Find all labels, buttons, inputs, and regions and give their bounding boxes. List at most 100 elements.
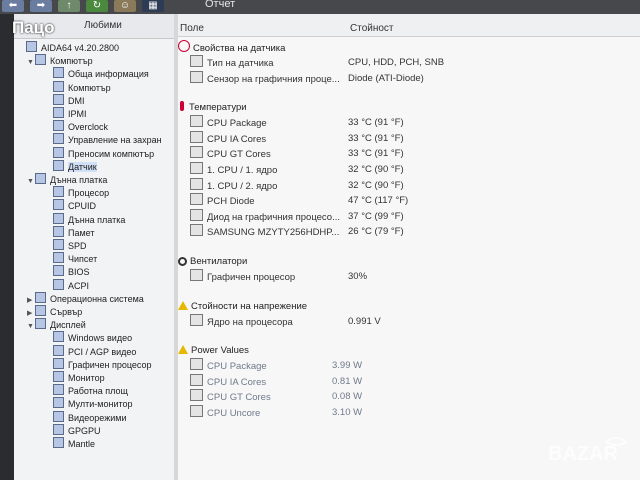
tree-item[interactable]: Управление на захран bbox=[45, 133, 162, 146]
sensor-value: 3.10 W bbox=[332, 407, 363, 418]
sensor-value: 0.81 W bbox=[332, 375, 363, 387]
report-button[interactable]: Отчет bbox=[205, 0, 235, 10]
tree-node-icon bbox=[26, 41, 37, 52]
tree-item[interactable]: Памет bbox=[45, 225, 95, 239]
tree-item[interactable]: SPD bbox=[45, 239, 87, 252]
tree-item[interactable]: ▼ Дънна платка bbox=[27, 173, 107, 186]
tree-item[interactable]: Windows видео bbox=[45, 331, 132, 344]
sensor-item-icon bbox=[190, 373, 203, 386]
sensor-field: CPU Package bbox=[207, 118, 267, 130]
section-header[interactable]: Power Values bbox=[178, 343, 249, 358]
sensor-field: CPU IA Cores bbox=[207, 133, 267, 145]
sensor-row[interactable]: CPU Uncore 3.10 W bbox=[190, 405, 630, 420]
sensor-row[interactable]: SAMSUNG MZYTY256HDHP... 26 °C (79 °F) bbox=[190, 224, 630, 239]
tree-item-label: SPD bbox=[68, 241, 87, 251]
sensor-row[interactable]: 1. CPU / 2. ядро 32 °C (90 °F) bbox=[190, 177, 630, 193]
tree-item[interactable]: Видеорежими bbox=[45, 410, 126, 424]
sensor-field: Тип на датчика bbox=[207, 58, 274, 69]
sensor-item-icon bbox=[190, 162, 203, 174]
tree-item-label: Компютър bbox=[68, 82, 111, 93]
tree-item[interactable]: Мулти-монитор bbox=[45, 397, 133, 410]
tree-item[interactable]: Чипсет bbox=[45, 252, 97, 265]
tree-item-label: GPGPU bbox=[68, 425, 101, 436]
tree-item[interactable]: AIDA64 v4.20.2800 bbox=[18, 41, 119, 54]
sensor-row[interactable]: Сензор на графичния проце... Diode (ATI-D… bbox=[190, 70, 630, 86]
tree-item[interactable]: Обща информация bbox=[45, 67, 149, 80]
chart-button[interactable]: ▦ bbox=[142, 0, 164, 12]
sensor-row[interactable]: Тип на датчика CPU, HDD, PCH, SNB bbox=[190, 55, 630, 70]
section-title: Power Values bbox=[191, 345, 249, 357]
sensor-row[interactable]: 1. CPU / 1. ядро 32 °C (90 °F) bbox=[190, 162, 630, 177]
tree-item[interactable]: DMI bbox=[45, 93, 85, 107]
sensor-item-icon bbox=[190, 389, 203, 402]
tree-node-icon bbox=[53, 186, 64, 198]
refresh-button[interactable]: ↻ bbox=[86, 0, 108, 12]
tree-node-icon bbox=[53, 239, 64, 250]
tree-node-icon bbox=[35, 54, 46, 66]
tree-item[interactable]: CPUID bbox=[45, 199, 96, 212]
tree-item[interactable]: Процесор bbox=[45, 186, 109, 199]
tree-expander-icon[interactable]: ▼ bbox=[27, 56, 35, 69]
section-header[interactable]: Стойности на напрежение bbox=[178, 299, 307, 314]
tree-item[interactable]: Дънна платка bbox=[45, 212, 126, 226]
tree-item[interactable]: GPGPU bbox=[45, 423, 101, 437]
tree-item[interactable]: BIOS bbox=[45, 265, 90, 278]
tree-item[interactable]: Монитор bbox=[45, 371, 105, 384]
forward-button[interactable]: ➡ bbox=[30, 0, 52, 12]
sensor-row[interactable]: PCH Diode 47 °C (117 °F) bbox=[190, 193, 630, 208]
sensor-row[interactable]: CPU IA Cores 33 °C (91 °F) bbox=[190, 130, 630, 146]
tree-item-label: Монитор bbox=[68, 373, 105, 383]
tree-node-icon bbox=[53, 384, 64, 396]
sensor-item-icon bbox=[190, 313, 203, 326]
sensor-row[interactable]: Диод на графичния процесо... 37 °C (99 °F… bbox=[190, 208, 630, 224]
sensor-field: 1. CPU / 2. ядро bbox=[207, 180, 278, 192]
sensor-field: Ядро на процесора bbox=[207, 316, 293, 328]
sensor-row[interactable]: CPU Package 3.99 W bbox=[190, 358, 630, 373]
sensor-row[interactable]: Графичен процесор 30% bbox=[190, 269, 630, 284]
section-header[interactable]: Свойства на датчика bbox=[178, 40, 285, 55]
watermark-text: BAZAR bbox=[548, 443, 619, 465]
sensor-row[interactable]: CPU GT Cores 0.08 W bbox=[190, 389, 630, 404]
tree-item[interactable]: ▼ Дисплей bbox=[27, 318, 86, 331]
tree-item-label: Дънна платка bbox=[50, 175, 108, 185]
tree-item[interactable]: ▶ Операционна система bbox=[27, 291, 144, 305]
section-header[interactable]: Температури bbox=[178, 100, 247, 115]
sensor-item-icon bbox=[190, 358, 203, 371]
tree-expander-icon[interactable]: ▼ bbox=[27, 175, 35, 188]
tree-item[interactable]: ▶ Сървър bbox=[27, 305, 82, 318]
sensor-row[interactable]: Ядро на процесора 0.991 V bbox=[190, 313, 630, 329]
sensor-row[interactable]: CPU GT Cores 33 °C (91 °F) bbox=[190, 146, 630, 161]
tree-item[interactable]: IPMI bbox=[45, 107, 87, 120]
sensor-value: 32 °C (90 °F) bbox=[348, 179, 404, 191]
tree-item[interactable]: ▼ Компютър bbox=[27, 54, 93, 67]
sensor-row[interactable]: CPU IA Cores 0.81 W bbox=[190, 373, 630, 389]
sensor-value: 3.99 W bbox=[332, 360, 363, 372]
tree-item-label: Обща информация bbox=[68, 69, 149, 80]
tree-item[interactable]: PCI / AGP видео bbox=[45, 344, 136, 358]
tree-item[interactable]: Компютър bbox=[45, 80, 111, 94]
tree-item[interactable]: ACPI bbox=[45, 278, 89, 292]
tree-node-icon bbox=[53, 397, 64, 409]
column-value-header[interactable]: Стойност bbox=[350, 23, 394, 34]
sensor-field: CPU IA Cores bbox=[207, 376, 267, 388]
tree-node-icon bbox=[53, 371, 64, 382]
tree-item-label: Дънна платка bbox=[68, 214, 126, 225]
tree-item[interactable]: Mantle bbox=[45, 437, 95, 450]
tree-item[interactable]: Преносим компютър bbox=[45, 146, 155, 160]
sensor-value: 0.991 V bbox=[348, 315, 381, 327]
tree-item[interactable]: Overclock bbox=[45, 120, 108, 133]
tree-item[interactable]: Датчик bbox=[45, 159, 97, 173]
back-button[interactable]: ⬅ bbox=[2, 0, 24, 12]
user-button[interactable]: ☺ bbox=[114, 0, 136, 12]
tree-item-label: BIOS bbox=[68, 267, 90, 278]
sensor-field: SAMSUNG MZYTY256HDHP... bbox=[207, 227, 340, 239]
warning-icon bbox=[178, 345, 188, 355]
up-button[interactable]: ↑ bbox=[58, 0, 80, 12]
tree-item[interactable]: Работна площ bbox=[45, 384, 128, 397]
tree-item-label: Преносим компютър bbox=[68, 148, 155, 159]
column-field-header[interactable]: Поле bbox=[180, 23, 204, 34]
sensor-row[interactable]: CPU Package 33 °C (91 °F) bbox=[190, 115, 630, 130]
section-header[interactable]: Вентилатори bbox=[178, 254, 247, 269]
tree-item[interactable]: Графичен процесор bbox=[45, 357, 152, 371]
tree-expander-icon[interactable]: ▼ bbox=[27, 320, 35, 333]
